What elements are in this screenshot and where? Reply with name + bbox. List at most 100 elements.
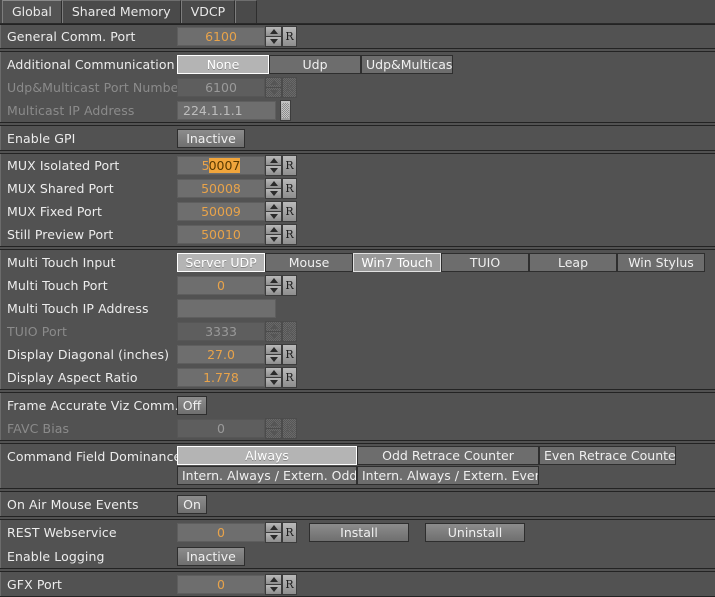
mux-isolated-port-fields: 50007 R xyxy=(177,154,715,177)
enable-gpi-toggle[interactable]: Inactive xyxy=(177,128,245,148)
spinner-up-button[interactable] xyxy=(265,224,282,234)
spinner-up-button[interactable] xyxy=(265,275,282,285)
multi-touch-ip-address-row: Multi Touch IP Address xyxy=(0,297,715,320)
spinner-down-button[interactable] xyxy=(265,531,282,543)
favc-bias-label: FAVC Bias xyxy=(7,421,70,436)
mux-shared-port-input[interactable]: 50008 xyxy=(177,179,265,198)
spinner-down-button[interactable] xyxy=(265,285,282,296)
favc-bias-input: 0 xyxy=(177,419,265,438)
uninstall-button[interactable]: Uninstall xyxy=(425,522,525,542)
multi-touch-ip-address-input[interactable] xyxy=(177,299,276,318)
multi-touch-port-spinner[interactable] xyxy=(265,275,282,296)
frame-accurate-viz-comm-row: Frame Accurate Viz Comm. Off xyxy=(0,393,715,417)
spinner-up-button[interactable] xyxy=(265,521,282,532)
multi-touch-option-leap[interactable]: Leap xyxy=(529,252,617,272)
mux-shared-port-spinner[interactable] xyxy=(265,178,282,199)
spinner-up-button xyxy=(265,418,282,428)
multi-touch-option-mouse[interactable]: Mouse xyxy=(265,252,353,272)
chevron-up-icon xyxy=(269,370,278,375)
tuio-port-row: TUIO Port 3333 R xyxy=(0,320,715,343)
rest-webservice-input[interactable]: 0 xyxy=(177,522,265,542)
still-preview-port-spinner[interactable] xyxy=(265,224,282,245)
spinner-up-button[interactable] xyxy=(265,367,282,377)
mux-shared-port-reset-button[interactable]: R xyxy=(282,178,297,199)
display-aspect-ratio-spinner[interactable] xyxy=(265,367,282,388)
rest-webservice-reset-button[interactable]: R xyxy=(282,521,297,543)
spinner-down-button[interactable] xyxy=(265,583,282,595)
tab-vdcp[interactable]: VDCP xyxy=(180,0,236,23)
spinner-up-button[interactable] xyxy=(265,344,282,354)
display-aspect-ratio-reset-button[interactable]: R xyxy=(282,367,297,388)
multi-touch-port-fields: 0 R xyxy=(177,274,715,297)
spinner-down-button[interactable] xyxy=(265,188,282,199)
cfd-option-always[interactable]: Always xyxy=(177,446,357,465)
multi-touch-option-win-stylus[interactable]: Win Stylus xyxy=(617,252,705,272)
favc-bias-fields: 0 R xyxy=(177,417,715,440)
spinner-down-button[interactable] xyxy=(265,234,282,245)
spinner-down-button[interactable] xyxy=(265,165,282,176)
cfd-option-odd-retrace-counter[interactable]: Odd Retrace Counter xyxy=(357,446,539,465)
still-preview-port-reset-button[interactable]: R xyxy=(282,224,297,245)
chevron-up-icon xyxy=(269,80,278,85)
spinner-down-button[interactable] xyxy=(265,36,282,47)
mux-fixed-port-row: MUX Fixed Port 50009 R xyxy=(0,200,715,223)
mux-isolated-port-input[interactable]: 50007 xyxy=(177,156,265,175)
mux-ports-group: MUX Isolated Port 50007 R MUX Shared Por… xyxy=(0,153,715,247)
mux-fixed-port-input[interactable]: 50009 xyxy=(177,202,265,221)
gfx-port-spinner[interactable] xyxy=(265,573,282,595)
general-comm-port-spinner[interactable] xyxy=(265,26,282,47)
additional-communication-option-udp[interactable]: Udp xyxy=(269,54,361,74)
chevron-up-icon xyxy=(269,227,278,232)
general-comm-port-reset-button[interactable]: R xyxy=(282,26,297,47)
spinner-down-button[interactable] xyxy=(265,211,282,222)
cfd-option-even-retrace-counter[interactable]: Even Retrace Counter xyxy=(539,446,676,465)
spinner-up-button[interactable] xyxy=(265,155,282,165)
display-diagonal-spinner[interactable] xyxy=(265,344,282,365)
additional-communication-option-udp-multicast[interactable]: Udp&Multicast xyxy=(361,54,453,74)
display-diagonal-input[interactable]: 27.0 xyxy=(177,345,265,364)
frame-accurate-viz-comm-toggle[interactable]: Off xyxy=(177,395,207,415)
multi-touch-port-input[interactable]: 0 xyxy=(177,276,265,295)
still-preview-port-input[interactable]: 50010 xyxy=(177,225,265,244)
spinner-up-button[interactable] xyxy=(265,178,282,188)
gfx-port-input[interactable]: 0 xyxy=(177,574,265,594)
display-aspect-ratio-label: Display Aspect Ratio xyxy=(7,370,138,385)
mux-isolated-port-spinner[interactable] xyxy=(265,155,282,176)
display-aspect-ratio-input[interactable]: 1.778 xyxy=(177,368,265,387)
multi-touch-option-server-udp[interactable]: Server UDP xyxy=(177,252,265,272)
mux-fixed-port-reset-button[interactable]: R xyxy=(282,201,297,222)
spinner-down-button[interactable] xyxy=(265,354,282,365)
cfd-option-intern-always-extern-even[interactable]: Intern. Always / Extern. Even xyxy=(357,466,539,485)
additional-communication-option-none[interactable]: None xyxy=(177,54,269,74)
spinner-up-button[interactable] xyxy=(265,201,282,211)
enable-logging-toggle[interactable]: Inactive xyxy=(177,546,245,566)
multi-touch-input-row: Multi Touch Input Server UDP Mouse Win7 … xyxy=(0,250,715,274)
spinner-up-button[interactable] xyxy=(265,573,282,584)
rest-webservice-spinner[interactable] xyxy=(265,521,282,543)
tab-shared-memory[interactable]: Shared Memory xyxy=(61,0,181,23)
general-comm-port-input[interactable]: 6100 xyxy=(177,27,265,46)
multicast-ip-address-input: 224.1.1.1 xyxy=(177,101,276,120)
gfx-port-reset-button[interactable]: R xyxy=(282,573,297,595)
install-button[interactable]: Install xyxy=(309,522,409,542)
chevron-down-icon xyxy=(269,237,278,242)
tab-shared-memory-label: Shared Memory xyxy=(71,3,171,19)
on-air-mouse-events-toggle[interactable]: On xyxy=(177,494,207,514)
multi-touch-option-tuio[interactable]: TUIO xyxy=(441,252,529,272)
tab-global-label: Global xyxy=(12,3,52,19)
mux-isolated-port-reset-button[interactable]: R xyxy=(282,155,297,176)
display-diagonal-fields: 27.0 R xyxy=(177,343,715,366)
gfx-port-row: GFX Port 0 R xyxy=(0,572,715,596)
spinner-up-button[interactable] xyxy=(265,26,282,36)
cfd-option-intern-always-extern-odd[interactable]: Intern. Always / Extern. Odd xyxy=(177,466,357,485)
mux-fixed-port-spinner[interactable] xyxy=(265,201,282,222)
tab-global[interactable]: Global xyxy=(2,0,62,23)
spinner-down-button[interactable] xyxy=(265,377,282,388)
enable-gpi-row: Enable GPI Inactive xyxy=(0,126,715,150)
chevron-up-icon xyxy=(269,421,278,426)
multicast-ip-picker-button[interactable] xyxy=(280,100,291,121)
multi-touch-option-win7-touch[interactable]: Win7 Touch xyxy=(353,252,441,272)
multi-touch-port-reset-button[interactable]: R xyxy=(282,275,297,296)
display-diagonal-reset-button[interactable]: R xyxy=(282,344,297,365)
frame-accurate-viz-comm-fields: Off xyxy=(177,393,715,417)
